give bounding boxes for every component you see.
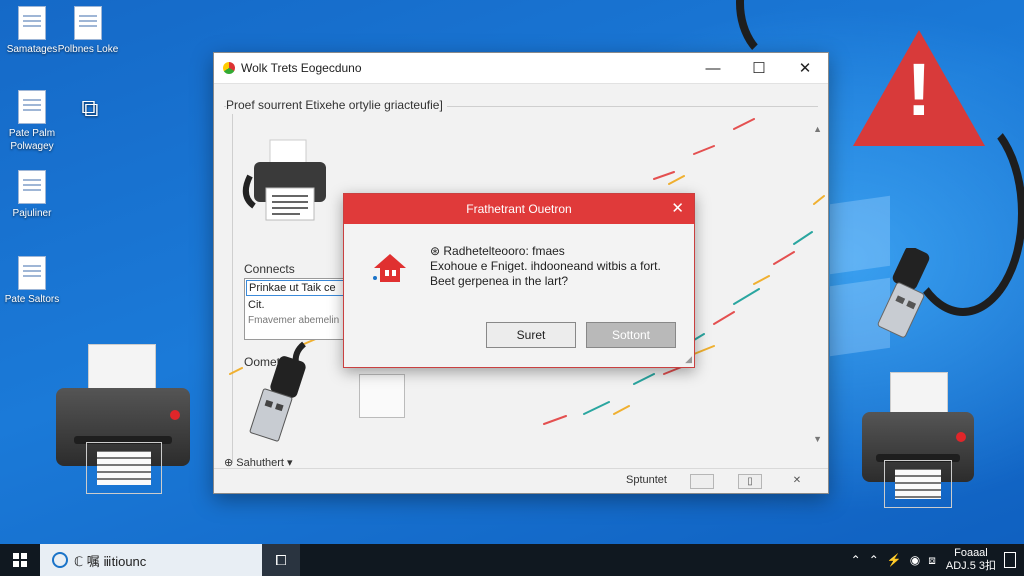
desktop-icon-label: Pajuliner [12, 208, 52, 219]
network-icon: ⧉ [81, 95, 99, 122]
desktop-icon-label: Pate Palm Polwagey [8, 128, 56, 152]
taskbar-search[interactable]: ℂ 嘱 ⅲtiounc [40, 544, 262, 576]
connection-list[interactable]: Prinkae ut Taik ce Cit. Fmavemer abemeli… [244, 278, 346, 340]
device-placeholder [359, 374, 405, 418]
dialog-line: Exohoue e Fniget. ihdooneand witbis a fo… [430, 259, 661, 273]
status-close-icon[interactable]: ✕ [786, 474, 808, 487]
desktop-icon-label: Samatages [6, 44, 58, 55]
document-icon [74, 6, 102, 40]
start-button[interactable] [0, 544, 40, 576]
info-icon: ⊛ [430, 244, 444, 258]
search-text: ℂ 嘱 ⅲtiounc [74, 553, 147, 569]
clock-time: Foaaal [954, 547, 988, 559]
app-icon [223, 62, 235, 74]
desktop-icon[interactable]: ⧉ [58, 94, 122, 127]
dialog-title-bar[interactable]: Frathetrant Ouetron ✕ [344, 194, 694, 224]
volume-icon[interactable]: ◉ [910, 553, 920, 567]
dialog-line: ⊛ Radhetelteooro: fmaes [430, 244, 565, 258]
connects-label: Connects [244, 262, 299, 276]
list-item[interactable]: Fmavemer abemelin [245, 313, 345, 328]
dialog-line: Beet gerpenea in the lart? [430, 274, 569, 288]
desktop-icon[interactable]: Polbnes Loke [56, 6, 120, 56]
status-bar: Sptuntet ▯ ✕ [214, 468, 828, 493]
search-icon [52, 552, 68, 568]
printer-icon [242, 139, 326, 221]
document-icon [18, 170, 46, 204]
printer-icon [56, 344, 190, 494]
task-view-button[interactable]: ⧠ [262, 544, 300, 576]
document-icon [18, 90, 46, 124]
scroll-down-icon[interactable]: ▼ [813, 434, 822, 444]
error-dialog: Frathetrant Ouetron ✕ ⊛ Radhetelteooro: … [343, 193, 695, 368]
desktop-icon[interactable]: Samatages [0, 6, 64, 56]
document-icon [18, 256, 46, 290]
clock-date: ADJ.5 3扣 [945, 560, 996, 572]
windows-logo-icon [13, 553, 27, 567]
language-icon[interactable]: ⧈ [928, 553, 936, 568]
taskbar: ℂ 嘱 ⅲtiounc ⧠ ⌃ ⌃ ⚡ ◉ ⧈ Foaaal ADJ.5 3扣 [0, 544, 1024, 576]
dialog-message: ⊛ Radhetelteooro: fmaes Exohoue e Fniget… [430, 244, 661, 289]
chevron-up-icon[interactable]: ⌃ [869, 553, 879, 567]
usb-plug-icon [249, 341, 306, 442]
minimize-button[interactable]: — [690, 53, 736, 83]
desktop-icon-label: Pate Saltors [4, 294, 60, 305]
dialog-primary-button[interactable]: Suret [486, 322, 576, 348]
page-icon[interactable]: ▯ [738, 474, 762, 489]
clock[interactable]: Foaaal ADJ.5 3扣 [946, 547, 996, 573]
chevron-up-icon[interactable]: ⌃ [851, 553, 861, 567]
desktop-icon[interactable]: Pajuliner [0, 170, 64, 220]
window-title: Wolk Trets Eogecduno [241, 61, 362, 75]
scroll-up-icon[interactable]: ▲ [813, 124, 822, 134]
desktop-icon[interactable]: Pate Palm Polwagey [0, 90, 64, 153]
dialog-close-button[interactable]: ✕ [671, 194, 684, 224]
list-item[interactable]: Cit. [245, 297, 345, 313]
resize-grip-icon[interactable]: ◢ [685, 354, 692, 365]
document-icon [18, 6, 46, 40]
desktop-icon-label: Polbnes Loke [57, 44, 119, 55]
usb-plug-icon [877, 248, 930, 338]
list-item[interactable]: Prinkae ut Taik ce [246, 280, 344, 296]
status-text: Sptuntet [626, 474, 667, 486]
action-center-icon[interactable] [1004, 552, 1016, 568]
desktop-icon[interactable]: Pate Saltors [0, 256, 64, 306]
system-tray: ⌃ ⌃ ⚡ ◉ ⧈ Foaaal ADJ.5 3扣 [847, 544, 1024, 576]
maximize-button[interactable]: ☐ [736, 53, 782, 83]
task-view-icon: ⧠ [275, 551, 287, 568]
printer-icon [862, 372, 974, 508]
home-icon [373, 254, 406, 282]
warning-exclamation: ! [906, 48, 932, 131]
title-bar[interactable]: Wolk Trets Eogecduno — ☐ ✕ [214, 53, 828, 84]
dialog-secondary-button[interactable]: Sottont [586, 322, 676, 348]
close-button[interactable]: ✕ [782, 53, 828, 83]
status-toggle-button[interactable] [690, 474, 714, 489]
network-icon[interactable]: ⚡ [887, 553, 902, 567]
dialog-title: Frathetrant Ouetron [466, 202, 572, 216]
